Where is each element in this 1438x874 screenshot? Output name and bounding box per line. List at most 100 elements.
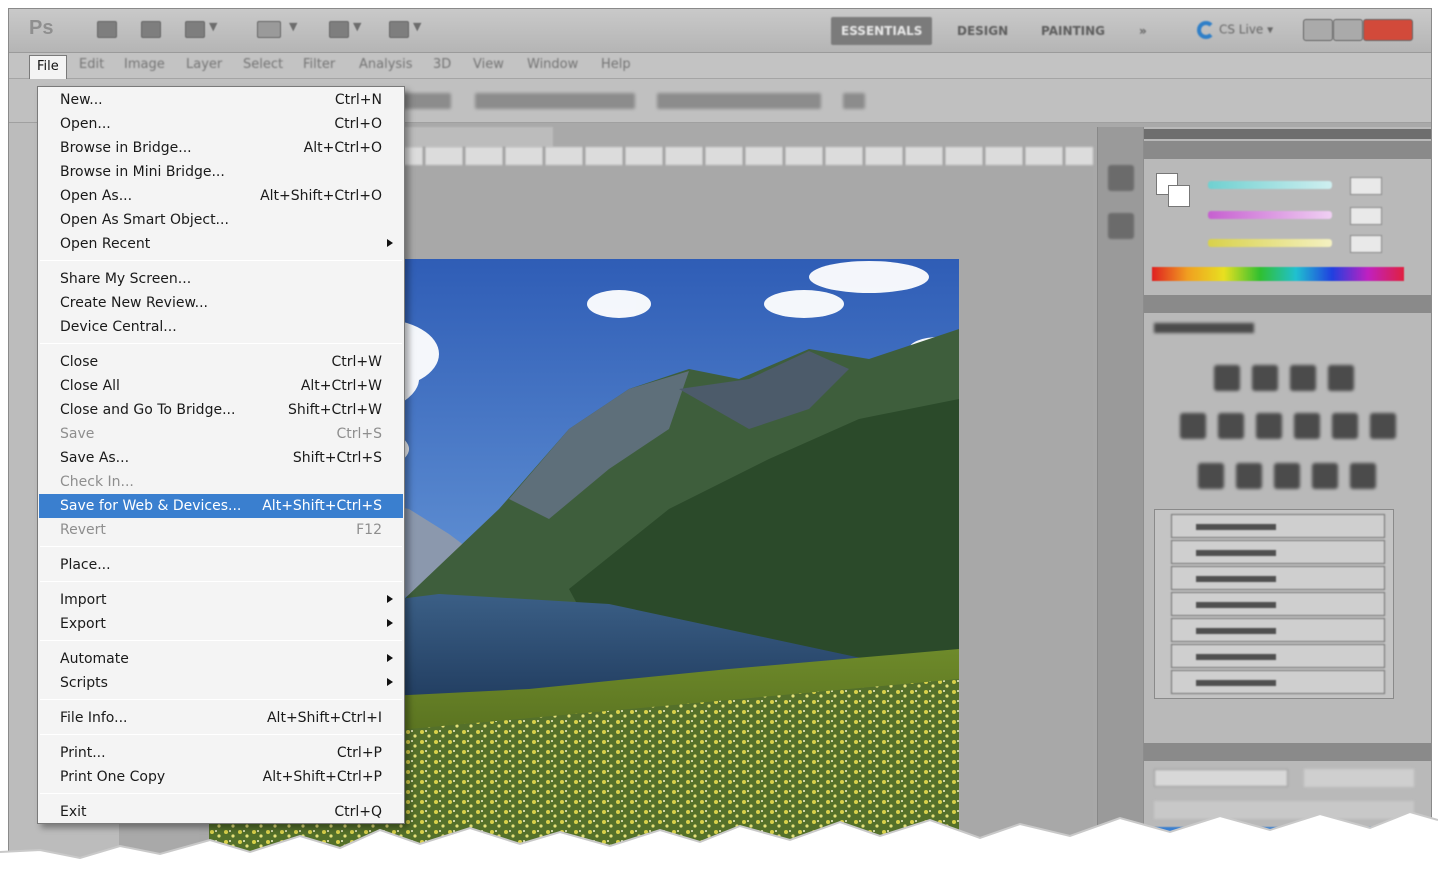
blend-mode-select[interactable] — [1154, 769, 1288, 787]
workspace-design[interactable]: DESIGN — [947, 17, 1018, 45]
menu-edit[interactable]: Edit — [79, 57, 104, 72]
menu-item-save[interactable]: Save Ctrl+S — [39, 422, 403, 446]
menu-item-create-new-review[interactable]: Create New Review... — [39, 291, 403, 315]
view-extras-icon[interactable] — [185, 21, 205, 38]
chevron-down-icon[interactable]: ▼ — [289, 20, 297, 33]
color-balance-icon[interactable] — [1256, 413, 1282, 439]
menu-item-close-all[interactable]: Close All Alt+Ctrl+W — [39, 374, 403, 398]
photo-filter-icon[interactable] — [1332, 413, 1358, 439]
menu-layer[interactable]: Layer — [186, 57, 222, 72]
blue-value-field[interactable] — [1350, 235, 1382, 253]
menu-select[interactable]: Select — [243, 57, 283, 72]
menu-window[interactable]: Window — [527, 57, 578, 72]
panel-collapse-bar[interactable] — [1144, 129, 1431, 139]
background-color-swatch[interactable] — [1168, 185, 1190, 207]
chevron-down-icon[interactable]: ▼ — [353, 20, 361, 33]
bridge-icon[interactable] — [97, 21, 117, 38]
list-item[interactable] — [1171, 592, 1385, 616]
red-slider[interactable] — [1208, 181, 1332, 189]
list-item[interactable] — [1171, 514, 1385, 538]
menu-item-browse-in-bridge[interactable]: Browse in Bridge... Alt+Ctrl+O — [39, 136, 403, 160]
channel-mixer-icon[interactable] — [1370, 413, 1396, 439]
menu-image[interactable]: Image — [124, 57, 165, 72]
threshold-icon[interactable] — [1274, 463, 1300, 489]
blue-slider[interactable] — [1208, 239, 1332, 247]
menu-analysis[interactable]: Analysis — [359, 57, 413, 72]
mini-bridge-icon[interactable] — [141, 21, 161, 38]
menu-item-open-as-smart-object[interactable]: Open As Smart Object... — [39, 208, 403, 232]
auto-align-icon[interactable] — [843, 93, 865, 109]
cs-live-menu[interactable]: CS Live ▾ — [1197, 21, 1273, 39]
arrange-documents-icon[interactable] — [329, 21, 349, 38]
green-value-field[interactable] — [1350, 207, 1382, 225]
vibrance-icon[interactable] — [1180, 413, 1206, 439]
screen-mode-icon[interactable] — [389, 21, 409, 38]
levels-icon[interactable] — [1252, 365, 1278, 391]
maximize-button[interactable] — [1333, 19, 1363, 41]
red-value-field[interactable] — [1350, 177, 1382, 195]
menu-item-label: Export — [60, 616, 106, 632]
chevron-down-icon[interactable]: ▼ — [209, 20, 217, 33]
document-tab[interactable] — [383, 127, 553, 147]
list-item[interactable] — [1171, 670, 1385, 694]
zoom-level-icon[interactable] — [257, 21, 281, 38]
menu-item-label: Automate — [60, 651, 129, 667]
menu-item-save-as[interactable]: Save As... Shift+Ctrl+S — [39, 446, 403, 470]
add-adjustment-label — [1154, 323, 1254, 333]
black-white-icon[interactable] — [1294, 413, 1320, 439]
menu-item-open[interactable]: Open... Ctrl+O — [39, 112, 403, 136]
list-item[interactable] — [1171, 566, 1385, 590]
list-item[interactable] — [1171, 644, 1385, 668]
menu-help[interactable]: Help — [601, 57, 631, 72]
list-item[interactable] — [1171, 540, 1385, 564]
opacity-field[interactable] — [1304, 769, 1414, 787]
align-icons[interactable] — [475, 93, 635, 109]
posterize-icon[interactable] — [1236, 463, 1262, 489]
close-window-button[interactable] — [1363, 19, 1413, 41]
menu-item-device-central[interactable]: Device Central... — [39, 315, 403, 339]
workspace-more[interactable]: » — [1129, 17, 1157, 45]
chevron-down-icon[interactable]: ▼ — [413, 20, 421, 33]
workspace-essentials[interactable]: ESSENTIALS — [831, 17, 933, 45]
brightness-contrast-icon[interactable] — [1214, 365, 1240, 391]
menu-item-print-one-copy[interactable]: Print One Copy Alt+Shift+Ctrl+P — [39, 765, 403, 789]
curves-icon[interactable] — [1290, 365, 1316, 391]
menu-file[interactable]: File — [29, 55, 67, 79]
presets-list — [1154, 509, 1394, 699]
menu-item-new[interactable]: New... Ctrl+N — [39, 88, 403, 112]
workspace-painting[interactable]: PAINTING — [1031, 17, 1115, 45]
file-menu: New... Ctrl+N Open... Ctrl+O Browse in Bridg… — [37, 86, 405, 824]
menu-item-browse-in-mini-bridge[interactable]: Browse in Mini Bridge... — [39, 160, 403, 184]
menu-item-share-my-screen[interactable]: Share My Screen... — [39, 267, 403, 291]
menu-item-place[interactable]: Place... — [39, 553, 403, 577]
actions-panel-icon[interactable] — [1108, 213, 1134, 239]
hue-saturation-icon[interactable] — [1218, 413, 1244, 439]
menu-item-close-and-go-to-bridge[interactable]: Close and Go To Bridge... Shift+Ctrl+W — [39, 398, 403, 422]
menu-item-scripts[interactable]: Scripts — [39, 671, 403, 695]
menu-item-open-recent[interactable]: Open Recent — [39, 232, 403, 256]
green-slider[interactable] — [1208, 211, 1332, 219]
menu-3d[interactable]: 3D — [433, 57, 451, 72]
gradient-map-icon[interactable] — [1312, 463, 1338, 489]
color-spectrum-bar[interactable] — [1152, 267, 1404, 281]
menu-item-close[interactable]: Close Ctrl+W — [39, 350, 403, 374]
show-transform-controls[interactable] — [399, 93, 451, 109]
distribute-icons[interactable] — [657, 93, 821, 109]
menu-item-check-in[interactable]: Check In... — [39, 470, 403, 494]
list-item[interactable] — [1171, 618, 1385, 642]
menu-item-import[interactable]: Import — [39, 588, 403, 612]
minimize-button[interactable] — [1303, 19, 1333, 41]
menu-item-revert[interactable]: Revert F12 — [39, 518, 403, 542]
menu-view[interactable]: View — [473, 57, 504, 72]
history-panel-icon[interactable] — [1108, 165, 1134, 191]
selective-color-icon[interactable] — [1350, 463, 1376, 489]
menu-filter[interactable]: Filter — [303, 57, 335, 72]
exposure-icon[interactable] — [1328, 365, 1354, 391]
menu-item-open-as[interactable]: Open As... Alt+Shift+Ctrl+O — [39, 184, 403, 208]
invert-icon[interactable] — [1198, 463, 1224, 489]
menu-item-save-for-web-devices[interactable]: Save for Web & Devices... Alt+Shift+Ctrl+… — [39, 494, 403, 518]
menu-item-file-info[interactable]: File Info... Alt+Shift+Ctrl+I — [39, 706, 403, 730]
menu-item-print[interactable]: Print... Ctrl+P — [39, 741, 403, 765]
menu-item-export[interactable]: Export — [39, 612, 403, 636]
menu-item-automate[interactable]: Automate — [39, 647, 403, 671]
